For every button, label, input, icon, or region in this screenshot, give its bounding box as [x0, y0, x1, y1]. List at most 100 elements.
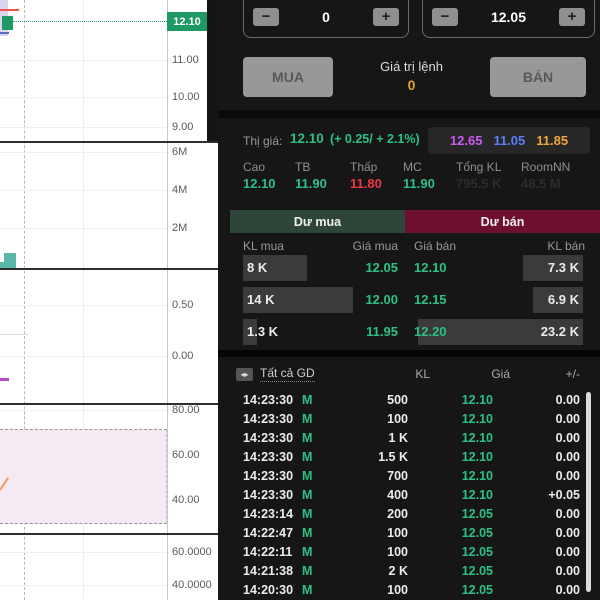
- buy-button[interactable]: MUA: [243, 57, 333, 97]
- stat-label-high: Cao: [243, 160, 266, 174]
- expand-columns-icon[interactable]: ◂▸: [236, 368, 253, 381]
- rsi-axis-tick[interactable]: 60.00: [172, 449, 200, 461]
- ask-volume[interactable]: 23.2 K: [458, 319, 579, 345]
- ask-price[interactable]: 12.20: [414, 319, 447, 345]
- trade-price: 12.10: [461, 488, 493, 502]
- panel-divider[interactable]: [0, 141, 218, 143]
- quantity-minus-button[interactable]: −: [253, 8, 279, 26]
- ask-volume[interactable]: 7.3 K: [458, 255, 579, 281]
- gridline: [0, 410, 167, 411]
- zero-line-segment: [0, 334, 28, 335]
- ask-volume[interactable]: 6.9 K: [458, 287, 579, 313]
- section-divider: [218, 350, 600, 357]
- trade-time: 14:23:30: [243, 393, 294, 407]
- volume-axis-tick[interactable]: 4M: [172, 184, 187, 196]
- oscillator-axis-tick[interactable]: 0.00: [172, 350, 193, 362]
- price-value[interactable]: 12.05: [463, 9, 554, 25]
- trade-side: M: [302, 545, 313, 559]
- trade-price: 12.10: [461, 393, 493, 407]
- bid-volume[interactable]: 1.3 K: [247, 319, 278, 345]
- price-axis-tick[interactable]: 9.00: [172, 121, 193, 133]
- oscillator-axis-tick[interactable]: 0.50: [172, 299, 193, 311]
- trade-side: M: [302, 412, 313, 426]
- bid-volume[interactable]: 14 K: [247, 287, 274, 313]
- support-line: [0, 32, 9, 34]
- trade-side: M: [302, 507, 313, 521]
- trade-change: 0.00: [555, 450, 580, 464]
- panel-divider[interactable]: [0, 268, 218, 270]
- price-axis-tick[interactable]: 11.00: [172, 54, 199, 66]
- stat-label-open: MC: [403, 160, 422, 174]
- gridline: [0, 585, 167, 586]
- quantity-value[interactable]: 0: [284, 9, 368, 25]
- ask-header[interactable]: Dư bán: [405, 210, 600, 233]
- trade-volume: 100: [387, 412, 408, 426]
- stat-value-total-volume: 795.5 K: [456, 176, 502, 191]
- trade-change: 0.00: [555, 564, 580, 578]
- column-bid-price: Giá mua: [352, 239, 398, 253]
- trade-side: M: [302, 469, 313, 483]
- trade-time: 14:23:30: [243, 450, 294, 464]
- last-price-label: 12.10: [167, 12, 207, 31]
- bid-price[interactable]: 12.05: [318, 255, 398, 281]
- bid-price[interactable]: 11.95: [318, 319, 398, 345]
- trade-volume: 700: [387, 469, 408, 483]
- trade-time: 14:23:30: [243, 469, 294, 483]
- trade-time: 14:22:11: [243, 545, 293, 559]
- market-price-label: Thị giá:: [243, 134, 283, 148]
- ceiling-floor-reference: 12.65 11.05 11.85: [428, 127, 590, 154]
- stat-label-avg: TB: [295, 160, 311, 174]
- trade-volume: 2 K: [388, 564, 408, 578]
- oscillator-line: [0, 378, 9, 381]
- trade-side: M: [302, 393, 313, 407]
- gridline: [0, 152, 167, 153]
- trade-filter-dropdown[interactable]: Tất cả GD: [260, 366, 315, 382]
- bid-price[interactable]: 12.00: [318, 287, 398, 313]
- trade-price: 12.10: [461, 412, 493, 426]
- gridline: [0, 552, 167, 553]
- trade-change: 0.00: [555, 507, 580, 521]
- ask-price[interactable]: 12.10: [414, 255, 447, 281]
- stat-label-foreign-room: RoomNN: [521, 160, 571, 174]
- sell-button[interactable]: BÁN: [490, 57, 586, 97]
- resistance-line: [0, 9, 19, 11]
- chart-area[interactable]: 12.10 11.00 10.00 9.00 6M 4M 2M 0.50 0.0…: [0, 0, 218, 600]
- volume-axis-tick[interactable]: 6M: [172, 146, 187, 158]
- quantity-stepper: KL đặt − 0 +: [243, 0, 409, 38]
- gridline: [0, 97, 167, 98]
- trades-scrollbar[interactable]: [586, 392, 591, 592]
- bid-volume[interactable]: 8 K: [247, 255, 267, 281]
- trading-panel: KL đặt − 0 + Giá đặt − 12.05 + MUA Giá t…: [218, 0, 600, 600]
- price-axis-border: [167, 0, 168, 600]
- stat-value-low: 11.80: [350, 176, 382, 191]
- column-trade-change: +/-: [565, 367, 580, 381]
- trade-time: 14:23:14: [243, 507, 294, 521]
- price-plus-button[interactable]: +: [559, 8, 585, 26]
- bottom-axis-tick[interactable]: 40.0000: [172, 579, 212, 591]
- trade-change: 0.00: [555, 431, 580, 445]
- trading-app: 12.10 11.00 10.00 9.00 6M 4M 2M 0.50 0.0…: [0, 0, 600, 600]
- price-axis-tick[interactable]: 10.00: [172, 91, 200, 103]
- bottom-axis-tick[interactable]: 60.0000: [172, 546, 212, 558]
- rsi-axis-tick[interactable]: 40.00: [172, 494, 200, 506]
- trade-volume: 200: [387, 507, 408, 521]
- volume-bar: [4, 253, 16, 268]
- trade-time: 14:23:30: [243, 431, 294, 445]
- stat-value-avg: 11.90: [295, 176, 327, 191]
- trade-change: 0.00: [555, 469, 580, 483]
- trade-volume: 400: [387, 488, 408, 502]
- price-minus-button[interactable]: −: [432, 8, 458, 26]
- bid-header[interactable]: Dư mua: [230, 210, 405, 233]
- quantity-plus-button[interactable]: +: [373, 8, 399, 26]
- trade-price: 12.05: [461, 507, 493, 521]
- trade-change: +0.05: [548, 488, 580, 502]
- trade-change: 0.00: [555, 545, 580, 559]
- stat-value-foreign-room: 48.5 M: [521, 176, 561, 191]
- trade-time: 14:21:38: [243, 564, 294, 578]
- panel-divider[interactable]: [0, 533, 218, 535]
- rsi-axis-tick[interactable]: 80.00: [172, 404, 200, 416]
- gridline: [0, 356, 167, 357]
- volume-axis-tick[interactable]: 2M: [172, 222, 187, 234]
- ask-price[interactable]: 12.15: [414, 287, 447, 313]
- trade-volume: 100: [387, 526, 408, 540]
